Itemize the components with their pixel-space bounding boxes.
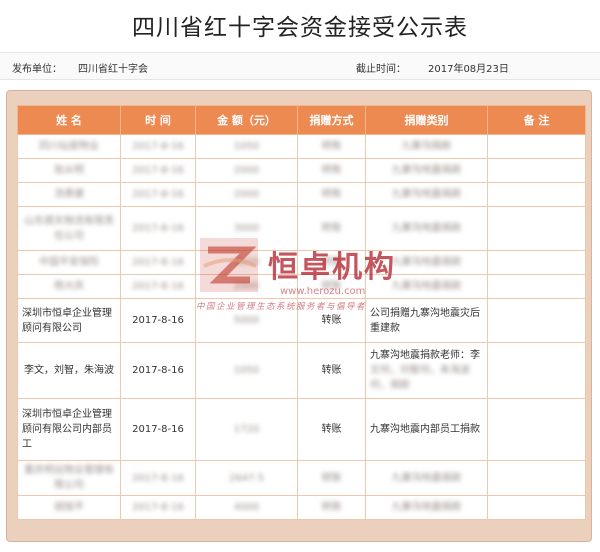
row-date: 2017-8-16: [132, 165, 184, 176]
table-row: 张从明 2017-8-16 2000 转账 九寨沟地震捐款: [17, 158, 586, 183]
row-name: 张从明: [54, 165, 84, 176]
header-date: 时 间: [120, 105, 196, 135]
row-note: [487, 206, 586, 251]
row-method: 转账: [297, 398, 366, 461]
table-row: 汤勇健 2017-8-16 2000 转账 九寨沟地震捐款: [17, 182, 586, 207]
row-date: 2017-8-16: [132, 189, 184, 200]
deadline-label: 截止时间：: [356, 64, 406, 75]
row-category: 公司捐赠九寨沟地震灾后重建款: [365, 298, 488, 343]
table-row: 李文，刘智，朱海波 2017-8-16 1050 转账 九寨沟地震捐款老师：李 …: [17, 342, 586, 399]
row-method: 转账: [321, 189, 342, 200]
publish-info-bar: 发布单位： 四川省红十字会 截止时间： 2017年08月23日: [0, 52, 600, 80]
row-category: 九寨沟地震捐款: [391, 189, 462, 200]
row-date: 2017-8-16: [120, 298, 196, 343]
row-category: 九寨沟地震捐款老师：李: [370, 350, 480, 361]
row-method: 转账: [321, 257, 342, 268]
row-name: 山东顺天物流有限责任公司: [24, 215, 114, 242]
row-amount: 2000: [233, 189, 260, 200]
table-frame: 姓 名 时 间 金 额（元） 捐赠方式 捐赠类别 备 注 四川仙居物业 2017…: [6, 90, 592, 542]
row-note: [487, 158, 586, 183]
row-amount: 5000: [233, 257, 260, 268]
row-amount: 2000: [233, 165, 260, 176]
row-note: [487, 182, 586, 207]
row-date: 2017-8-16: [132, 472, 184, 484]
table-row: 深圳市恒卓企业管理顾问有限公司内部员工 2017-8-16 1720 转账 九寨…: [17, 398, 586, 461]
row-name: 中国平安保险: [39, 257, 99, 268]
row-date: 2017-8-16: [120, 398, 196, 461]
row-name: 深圳市恒卓企业管理顾问有限公司内部员工: [17, 398, 121, 461]
row-amount: 2000: [233, 281, 260, 292]
header-amount: 金 额（元）: [195, 105, 298, 135]
row-category: 九寨沟地震捐款: [391, 257, 462, 268]
row-date: 2017-8-16: [132, 257, 184, 268]
row-category: 九寨沟地震捐款: [391, 281, 462, 292]
row-name: 李文，刘智，朱海波: [17, 342, 121, 399]
table-row: 重庆明远物业管理有限公司 2017-8-16 2647.5 转账 九寨沟地震捐款: [17, 460, 586, 496]
row-category: 九寨沟地震捐款: [391, 502, 462, 513]
row-date: 2017-8-16: [120, 342, 196, 399]
header-name: 姓 名: [17, 105, 121, 135]
donation-table: 姓 名 时 间 金 额（元） 捐赠方式 捐赠类别 备 注 四川仙居物业 2017…: [17, 105, 586, 520]
row-amount: 1050: [233, 365, 260, 376]
row-note: [487, 250, 586, 275]
row-date: 2017-8-16: [132, 141, 184, 152]
publisher-value: 四川省红十字会: [78, 64, 148, 75]
table-row: 山东顺天物流有限责任公司 2017-8-16 3000 转账 九寨沟地震捐款: [17, 206, 586, 251]
row-method: 转账: [321, 141, 342, 152]
publisher-label: 发布单位：: [12, 64, 62, 75]
row-category: 九寨沟地震捐款: [391, 223, 462, 234]
row-amount: 4000: [233, 502, 260, 513]
row-date: 2017-8-16: [132, 223, 184, 234]
page-title: 四川省红十字会资金接受公示表: [132, 15, 468, 41]
row-category: 九寨沟捐款: [401, 141, 452, 152]
row-amount: 5000: [233, 315, 260, 326]
row-category: 九寨沟地震内部员工捐款: [365, 398, 488, 461]
row-method: 转账: [321, 472, 342, 484]
row-date: 2017-8-16: [132, 281, 184, 292]
row-amount: 1720: [233, 424, 260, 435]
table-header-row: 姓 名 时 间 金 额（元） 捐赠方式 捐赠类别 备 注: [17, 105, 586, 135]
row-method: 转账: [321, 223, 342, 234]
row-name: 四川仙居物业: [39, 141, 99, 152]
row-category: 九寨沟地震捐款: [391, 165, 462, 176]
row-method: 转账: [297, 342, 366, 399]
row-note: [487, 274, 586, 299]
row-name: 深圳市恒卓企业管理顾问有限公司: [17, 298, 121, 343]
header-method: 捐赠方式: [297, 105, 366, 135]
row-note: [487, 398, 586, 461]
row-method: 转账: [297, 298, 366, 343]
row-method: 转账: [321, 502, 342, 513]
row-method: 转账: [321, 281, 342, 292]
row-note: [487, 342, 586, 399]
row-method: 转账: [321, 165, 342, 176]
row-name: 杨大庆: [54, 281, 84, 292]
row-category-extra: 文何，刘智何，朱海波何，捐款: [370, 365, 470, 391]
row-amount: 1050: [233, 141, 260, 152]
table-row: 四川仙居物业 2017-8-16 1050 转账 九寨沟捐款: [17, 134, 586, 159]
row-note: [487, 134, 586, 159]
header-note: 备 注: [487, 105, 586, 135]
row-name: 重庆明远物业管理有限公司: [24, 465, 114, 491]
row-note: [487, 460, 586, 496]
row-date: 2017-8-16: [132, 502, 184, 513]
deadline-value: 2017年08月23日: [428, 64, 509, 75]
row-note: [487, 495, 586, 520]
table-row: 深圳市恒卓企业管理顾问有限公司 2017-8-16 5000 转账 公司捐赠九寨…: [17, 298, 586, 343]
row-name: 汤勇健: [54, 189, 84, 200]
row-amount: 2647.5: [229, 472, 264, 484]
table-row: 中国平安保险 2017-8-16 5000 转账 九寨沟地震捐款: [17, 250, 586, 275]
table-row: 杨大庆 2017-8-16 2000 转账 九寨沟地震捐款: [17, 274, 586, 299]
row-note: [487, 298, 586, 343]
row-name: 胡旭平: [54, 502, 84, 513]
table-row: 胡旭平 2017-8-16 4000 转账 九寨沟地震捐款: [17, 495, 586, 520]
row-category: 九寨沟地震捐款: [391, 472, 462, 484]
row-amount: 3000: [233, 223, 260, 234]
header-category: 捐赠类别: [365, 105, 488, 135]
